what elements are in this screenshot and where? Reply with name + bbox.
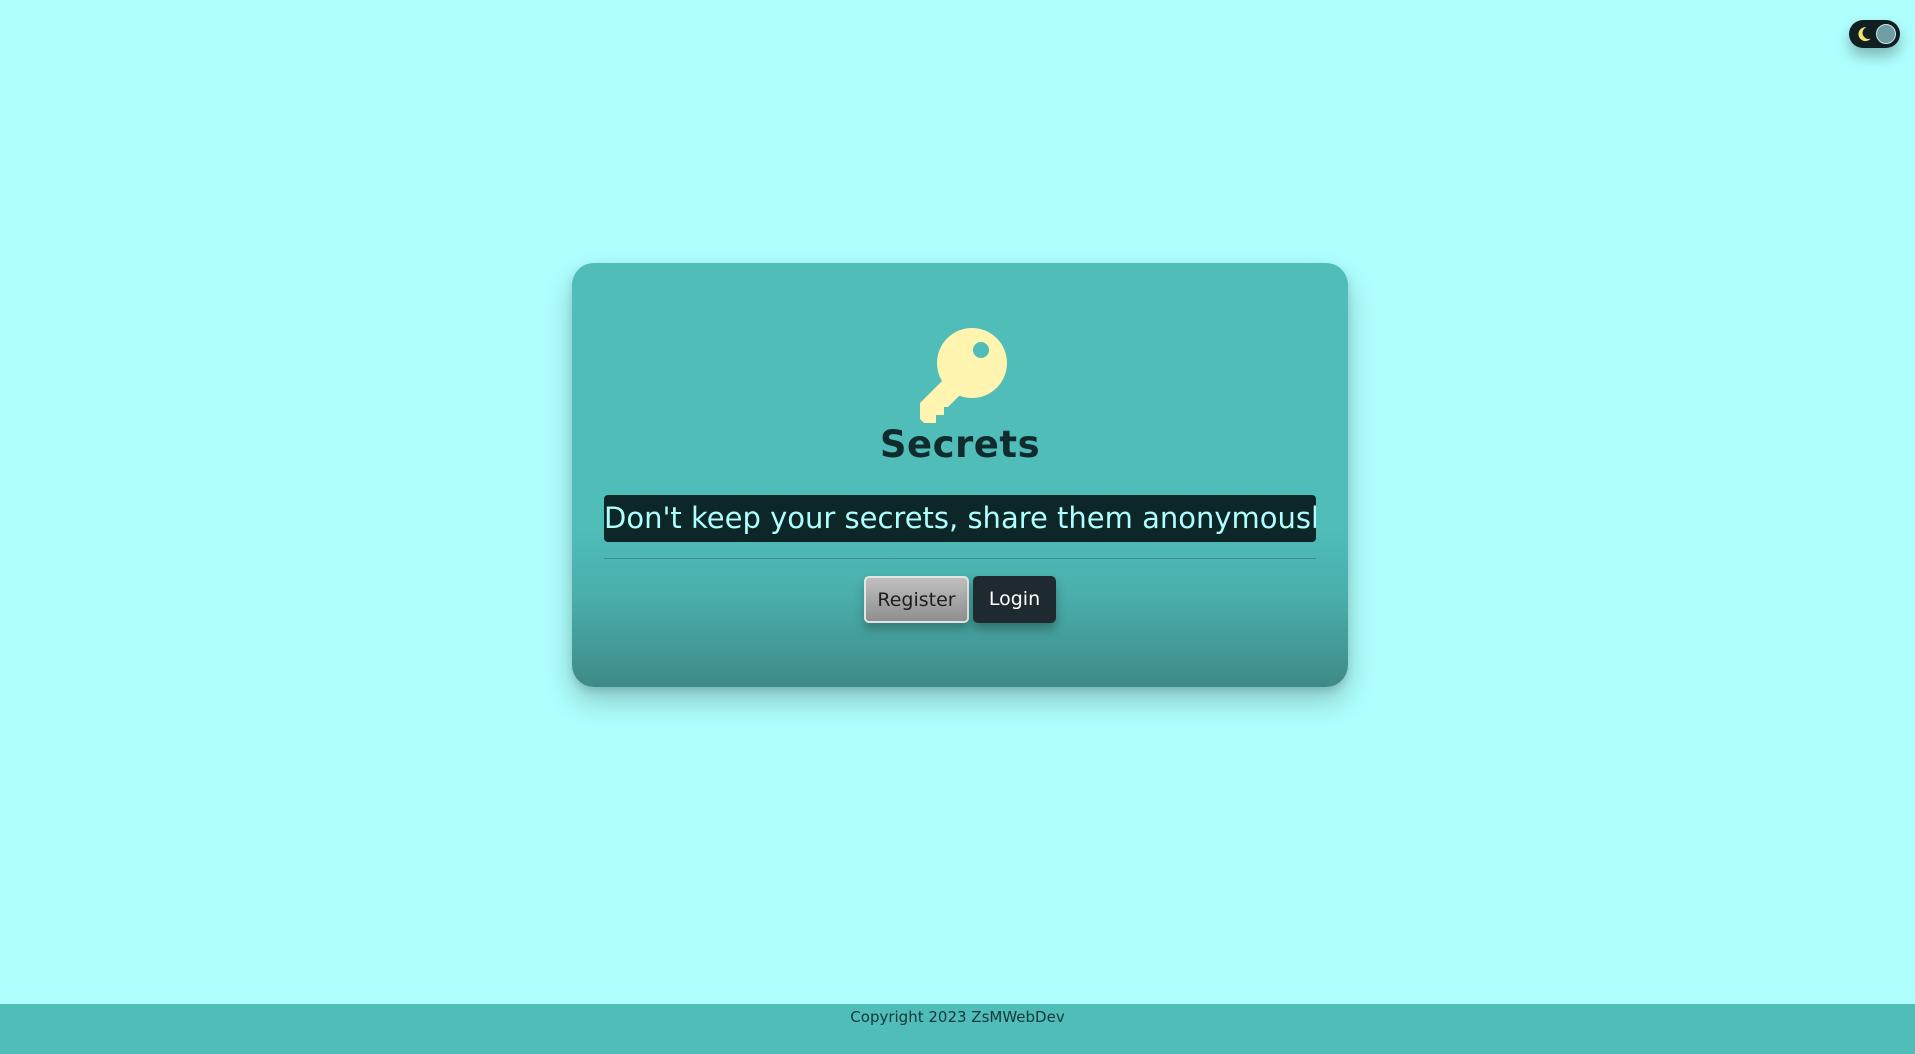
welcome-card: Secrets Don't keep your secrets, share t… bbox=[572, 263, 1348, 687]
divider bbox=[604, 558, 1316, 559]
page: Secrets Don't keep your secrets, share t… bbox=[0, 0, 1915, 1054]
tagline: Don't keep your secrets, share them anon… bbox=[604, 495, 1316, 542]
page-title: Secrets bbox=[879, 423, 1041, 466]
login-button[interactable]: Login bbox=[973, 576, 1056, 623]
theme-toggle[interactable] bbox=[1849, 20, 1900, 48]
moon-icon bbox=[1858, 27, 1871, 42]
register-button[interactable]: Register bbox=[864, 576, 969, 623]
key-icon bbox=[920, 328, 1007, 423]
footer: Copyright 2023 ZsMWebDev bbox=[0, 1004, 1915, 1054]
toggle-knob bbox=[1876, 24, 1896, 44]
copyright-text: Copyright 2023 ZsMWebDev bbox=[850, 1008, 1065, 1026]
